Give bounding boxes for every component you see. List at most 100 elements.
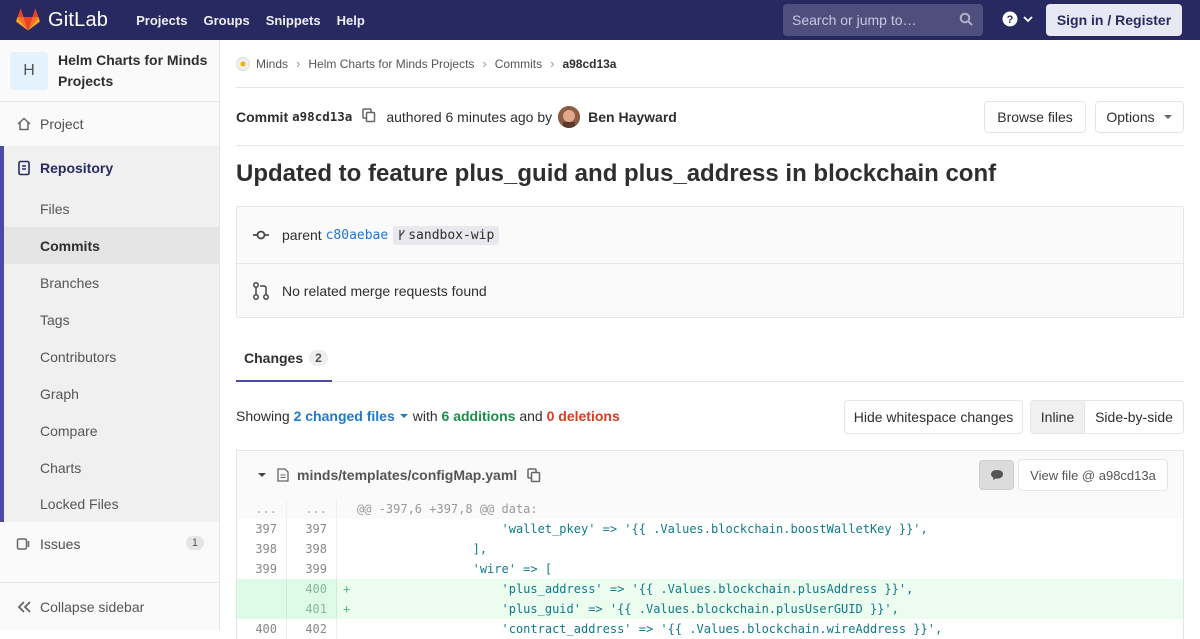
author-name[interactable]: Ben Hayward — [588, 109, 677, 125]
new-line-number[interactable]: 398 — [287, 539, 337, 559]
commit-header: Commit a98cd13a authored 6 minutes ago b… — [236, 88, 1184, 146]
diff-code: ], — [357, 542, 488, 556]
breadcrumb-separator: › — [482, 56, 487, 71]
options-dropdown[interactable]: Options — [1095, 101, 1184, 133]
parent-label: parent — [282, 227, 322, 243]
breadcrumb-commits[interactable]: Commits — [495, 57, 542, 71]
commit-sha: a98cd13a — [292, 109, 353, 124]
merge-requests-text: No related merge requests found — [282, 282, 487, 299]
project-sidebar: H Helm Charts for Minds Projects Project… — [0, 40, 220, 630]
old-line-number[interactable]: ... — [237, 499, 287, 519]
sidebar-item-project[interactable]: Project — [0, 102, 219, 146]
file-path[interactable]: minds/templates/configMap.yaml — [297, 467, 517, 483]
breadcrumb-group[interactable]: Minds — [256, 57, 288, 71]
old-line-number[interactable]: 400 — [237, 619, 287, 639]
old-line-number[interactable] — [237, 599, 287, 619]
author-avatar[interactable] — [558, 105, 581, 128]
collapse-sidebar-button[interactable]: Collapse sidebar — [0, 582, 219, 630]
search-input[interactable]: Search or jump to… — [783, 4, 983, 36]
old-line-number[interactable]: 399 — [237, 559, 287, 579]
comment-toggle-button[interactable] — [979, 460, 1014, 490]
copy-path-button[interactable] — [527, 467, 541, 483]
sidebar-item-issues[interactable]: Issues 1 — [0, 522, 219, 566]
home-icon — [16, 116, 32, 132]
search-icon — [959, 12, 973, 26]
copy-icon — [527, 467, 541, 482]
sidebar-repository-group: Repository Files Commits Branches Tags C… — [0, 146, 219, 522]
sidebar-sub-locked-files[interactable]: Locked Files — [4, 486, 219, 522]
search-placeholder: Search or jump to… — [792, 12, 917, 28]
top-navbar: GitLab Projects Groups Snippets Help Sea… — [0, 0, 1200, 40]
hide-whitespace-button[interactable]: Hide whitespace changes — [844, 400, 1023, 434]
sidebar-sub-branches[interactable]: Branches — [4, 264, 219, 301]
group-avatar-icon — [236, 56, 250, 71]
branch-ref[interactable]: sandbox-wip — [393, 225, 500, 245]
deletions-count: 0 deletions — [546, 408, 620, 424]
sidebar-item-repository[interactable]: Repository — [4, 146, 219, 190]
diff-file-header: minds/templates/configMap.yaml View file… — [236, 450, 1184, 500]
showing-text: Showing — [236, 408, 290, 424]
old-line-number[interactable]: 397 — [237, 519, 287, 539]
sidebar-sub-compare[interactable]: Compare — [4, 412, 219, 449]
parent-row: parent c80aebae sandbox-wip — [237, 207, 1183, 263]
caret-down-icon — [399, 414, 408, 418]
help-dropdown[interactable]: ? — [1002, 11, 1034, 27]
sidebar-sub-files[interactable]: Files — [4, 190, 219, 227]
side-by-side-button[interactable]: Side-by-side — [1084, 400, 1184, 434]
new-line-number[interactable]: 397 — [287, 519, 337, 539]
question-icon: ? — [1002, 11, 1018, 27]
parent-sha-link[interactable]: c80aebae — [326, 228, 389, 243]
sidebar-sub-charts[interactable]: Charts — [4, 449, 219, 486]
diff-code: 'contract_address' => '{{ .Values.blockc… — [357, 622, 943, 636]
copy-sha-button[interactable] — [362, 107, 376, 126]
breadcrumb: Minds › Helm Charts for Minds Projects ›… — [236, 40, 1184, 88]
breadcrumb-separator: › — [550, 56, 555, 71]
diff-marker — [337, 559, 351, 579]
changed-files-dropdown[interactable]: 2 changed files — [294, 408, 395, 424]
nav-groups[interactable]: Groups — [195, 13, 257, 28]
diff-code: 'plus_guid' => '{{ .Values.blockchain.pl… — [357, 602, 899, 616]
sidebar-sub-commits[interactable]: Commits — [4, 227, 219, 264]
browse-files-button[interactable]: Browse files — [984, 101, 1086, 133]
nav-snippets[interactable]: Snippets — [258, 13, 329, 28]
diff-line-context: 397 397 'wallet_pkey' => '{{ .Values.bloc… — [237, 519, 1183, 539]
sidebar-sub-graph[interactable]: Graph — [4, 375, 219, 412]
breadcrumb-current[interactable]: a98cd13a — [562, 57, 616, 71]
diff-line-context: 399 399 'wire' => [ — [237, 559, 1183, 579]
diff-marker — [337, 499, 351, 519]
sidebar-sub-tags[interactable]: Tags — [4, 301, 219, 338]
old-line-number[interactable] — [237, 579, 287, 599]
diff-code: @@ -397,6 +397,8 @@ data: — [357, 502, 538, 516]
diff-marker — [337, 619, 351, 639]
inline-view-button[interactable]: Inline — [1030, 400, 1085, 434]
breadcrumb-project[interactable]: Helm Charts for Minds Projects — [308, 57, 474, 71]
sidebar-project-header[interactable]: H Helm Charts for Minds Projects — [0, 40, 219, 102]
tab-changes[interactable]: Changes 2 — [236, 335, 332, 382]
view-file-button[interactable]: View file @ a98cd13a — [1018, 459, 1168, 491]
main-content: Minds › Helm Charts for Minds Projects ›… — [236, 40, 1184, 639]
new-line-number[interactable]: ... — [287, 499, 337, 519]
nav-help[interactable]: Help — [329, 13, 373, 28]
sidebar-item-label: Repository — [40, 160, 114, 176]
new-line-number[interactable]: 401 — [287, 599, 337, 619]
diff-marker — [337, 519, 351, 539]
collapse-caret-icon[interactable] — [257, 472, 267, 478]
sign-in-register-button[interactable]: Sign in / Register — [1046, 4, 1182, 36]
sidebar-sub-contributors[interactable]: Contributors — [4, 338, 219, 375]
diff-hunk-header: ...... @@ -397,6 +397,8 @@ data: — [237, 499, 1183, 519]
diff-code: 'wallet_pkey' => '{{ .Values.blockchain.… — [357, 522, 928, 536]
repository-icon — [16, 160, 32, 176]
commit-info-box: parent c80aebae sandbox-wip No related m… — [236, 206, 1184, 318]
gitlab-home-link[interactable]: GitLab — [16, 0, 108, 40]
diff-table: ...... @@ -397,6 +397,8 @@ data: 397 397 'w… — [236, 499, 1184, 639]
new-line-number[interactable]: 399 — [287, 559, 337, 579]
project-avatar: H — [10, 52, 48, 90]
merge-requests-row: No related merge requests found — [237, 263, 1183, 317]
old-line-number[interactable]: 398 — [237, 539, 287, 559]
new-line-number[interactable]: 402 — [287, 619, 337, 639]
commit-tabs: Changes 2 — [236, 335, 1184, 382]
diff-line-context: 398 398 ], — [237, 539, 1183, 559]
new-line-number[interactable]: 400 — [287, 579, 337, 599]
commit-label: Commit — [236, 108, 289, 125]
nav-projects[interactable]: Projects — [128, 13, 195, 28]
